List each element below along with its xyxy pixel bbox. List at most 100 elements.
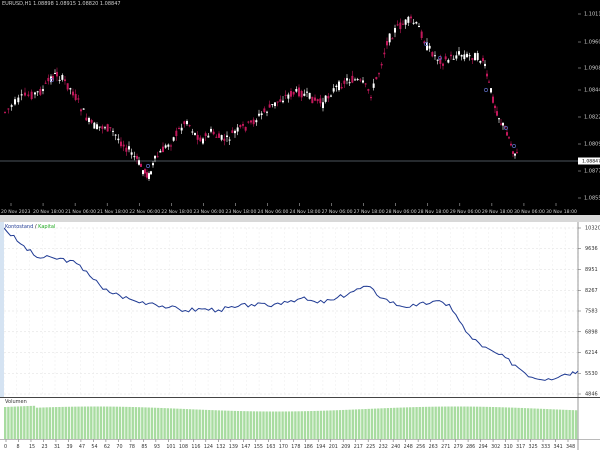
volume-axis-label: 62 (104, 444, 110, 450)
candle-body (500, 123, 502, 125)
volume-bar (230, 410, 233, 439)
pane-separator[interactable] (0, 215, 600, 222)
price-axis-label: 1.10115 (584, 12, 600, 18)
volume-chart[interactable]: 0 8 15 23 31 39 47 54 62 70 78 85 93 101 108 116 124 132 1… (0, 398, 600, 450)
volume-bar (319, 410, 323, 439)
candle-body (364, 83, 367, 85)
volume-bar (310, 411, 313, 439)
volume-bar (39, 407, 42, 439)
volume-axis-label: 15 (29, 444, 35, 450)
price-axis-label: 1.09600 (584, 40, 600, 46)
volume-bar (418, 406, 421, 439)
candle-body (404, 19, 407, 25)
candle-body (460, 54, 463, 57)
volume-bar (128, 406, 131, 439)
volume-bar (539, 408, 543, 439)
volume-axis-label: 70 (116, 444, 122, 450)
balance-equity-chart[interactable]: 1032096368951826775836898621455304846 (0, 222, 600, 397)
candle-body (93, 122, 96, 129)
volume-bar (102, 406, 106, 439)
candle-body (188, 125, 191, 127)
balance-legend: Kontostand / Kapital (5, 224, 55, 230)
volume-bar (453, 406, 457, 439)
volume-axis-label: 0 (4, 444, 7, 450)
candle-body (247, 121, 250, 123)
volume-bar (80, 406, 83, 439)
volume-bar (284, 411, 288, 439)
candle-body (514, 153, 516, 156)
candle-body (396, 24, 399, 26)
candle-body (144, 169, 146, 174)
volume-bar (373, 408, 377, 439)
candle-body (180, 127, 183, 131)
volume-bar (157, 407, 160, 439)
volume-bar (306, 411, 310, 439)
volume-bar (421, 406, 425, 439)
price-chart[interactable]: 1.10115 1.09600 1.09080 1.08445 1.08220 1.080… (0, 0, 600, 215)
candle-body (322, 102, 324, 109)
volume-bar (568, 409, 571, 439)
volume-axis-label: 101 (166, 444, 175, 450)
candle-body (96, 124, 98, 130)
volume-bar (504, 407, 508, 439)
volume-axis-label: 263 (429, 444, 438, 450)
volume-bar (507, 407, 511, 439)
volume-bar (90, 406, 93, 439)
candle-body (148, 173, 150, 179)
volume-bar (562, 409, 565, 439)
volume-bar (495, 407, 498, 439)
candle-body (271, 104, 274, 106)
volume-bar (297, 411, 300, 439)
volume-bar (396, 407, 399, 439)
candle-body (287, 94, 290, 99)
volume-bar (163, 408, 166, 439)
candle-body (152, 163, 154, 166)
volume-chart-pane[interactable]: 0 8 15 23 31 39 47 54 62 70 78 85 93 101 108 116 124 132 1… (0, 398, 600, 450)
candle-body (471, 58, 474, 60)
balance-line (3, 227, 579, 381)
candle-body (234, 130, 236, 134)
volume-bar (479, 406, 482, 439)
candle-body (340, 86, 343, 89)
candle-body (44, 82, 47, 84)
candle-body (418, 25, 420, 28)
volume-bar (16, 406, 20, 439)
volume-axis-label: 225 (366, 444, 375, 450)
candle-body (207, 135, 210, 138)
volume-bar (520, 407, 523, 439)
volume-axis-label: 294 (479, 444, 488, 450)
volume-axis-label: 302 (491, 444, 500, 450)
balance-scroll-strip[interactable] (0, 222, 4, 397)
candle-body (466, 53, 468, 58)
volume-bar (42, 407, 45, 439)
volume-bar (99, 406, 103, 439)
candle-body (231, 130, 234, 133)
price-chart-pane[interactable]: EURUSD,H1 1.08898 1.08915 1.08820 1.0884… (0, 0, 600, 215)
candle-body (74, 93, 77, 100)
candle-body (356, 79, 359, 81)
volume-bar (555, 409, 559, 439)
volume-axis-label: 325 (529, 444, 538, 450)
volume-bar (517, 407, 520, 439)
volume-bar (463, 406, 466, 439)
candle-body (212, 131, 215, 135)
candle-body (146, 172, 148, 178)
volume-bar (460, 406, 463, 439)
volume-axis-label: 54 (91, 444, 97, 450)
candle-body (263, 108, 266, 112)
candle-body (482, 58, 484, 62)
volume-bar (217, 410, 221, 439)
candle-body (391, 38, 394, 40)
volume-bar (265, 411, 268, 439)
volume-bar (450, 406, 453, 439)
volume-bar (552, 409, 555, 439)
candle-body (348, 82, 351, 84)
candle-body (218, 133, 220, 138)
balance-chart-pane[interactable]: 10320 9636 8951 8267 7583 6898 6214 5530 4846 Ko… (0, 222, 600, 397)
candle-body (412, 22, 415, 24)
candle-body (402, 23, 404, 25)
volume-bar (45, 407, 48, 439)
volume-bar (291, 411, 294, 439)
volume-bar (300, 411, 303, 439)
candle-body (104, 127, 106, 129)
